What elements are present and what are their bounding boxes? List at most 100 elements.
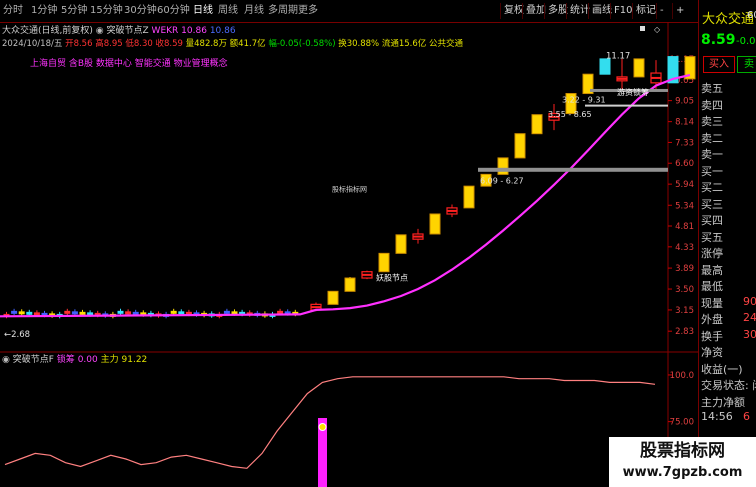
side-change: -0.05 (736, 36, 756, 47)
quote-row: 卖四 (701, 97, 723, 113)
quote-row-value: 249. (743, 311, 756, 324)
quote-row-value: 30.8 (743, 327, 756, 341)
quote-row: 买一 (701, 163, 723, 179)
period-tab-10[interactable]: 更多 (298, 3, 318, 19)
candle-body (463, 185, 475, 209)
quote-row: 买四 (701, 212, 723, 228)
period-tab-8[interactable]: 月线 (244, 3, 264, 19)
sell-button[interactable]: 卖 (737, 56, 756, 73)
price-axis-label: 3.89 (675, 264, 694, 274)
quote-row-label: 卖四 (701, 98, 723, 112)
quote-row-label: 收益(一) (701, 362, 743, 376)
wekr-value: 10.86 (181, 26, 207, 36)
period-tab-5[interactable]: 60分钟 (157, 3, 190, 19)
quote-row-label: 买五 (701, 230, 723, 244)
wekr-label: WEKR (151, 26, 179, 36)
quote-row-value: 90 (743, 294, 756, 308)
indicator-dot-icon[interactable]: ◉ (96, 26, 104, 36)
quote-row-label: 卖五 (701, 82, 723, 95)
flat-candle (18, 311, 25, 315)
start-price-label: ←2.68 (4, 330, 30, 340)
candle-mid (617, 77, 627, 80)
resistance-bar-3 (478, 167, 668, 172)
period-toolbar: 分时 1分钟 5分钟 15分钟 30分钟 60分钟 日线 周线 月线 多周期 更多 复权 叠加 多股 统计画… (0, 0, 756, 23)
stock-title: 大众交通(日线,前复权) (2, 26, 93, 36)
flat-candle (125, 311, 132, 315)
quote-side-panel: 大众交通 600 8.59 -0.05 买入 卖 卖五卖四卖三卖二卖一买一买二买… (698, 0, 756, 487)
candle-body (395, 234, 407, 254)
bar-high: 高8.95 (95, 39, 123, 49)
label-yaogu: 妖股节点 (376, 273, 408, 283)
quote-row: 收益(一) (701, 361, 743, 377)
quote-row-label: 现量 (701, 296, 723, 310)
flat-candle (87, 312, 94, 316)
period-tab-9[interactable]: 多周期 (268, 3, 298, 19)
price-axis-label: 4.33 (675, 243, 694, 253)
quote-row-label: 卖一 (701, 148, 723, 161)
resistance-bar-2 (585, 104, 668, 107)
signal-dot-icon (318, 423, 327, 431)
candle-mid (362, 273, 372, 276)
bar-open: 开8.56 (65, 39, 93, 49)
quote-row: 最高 (701, 262, 723, 278)
quote-row-value: 6 (743, 410, 750, 423)
max-price-label: 11.17 (606, 51, 630, 61)
price-axis-label: 2.83 (675, 327, 694, 337)
period-tab-2[interactable]: 5分钟 (61, 3, 87, 19)
candle-mid (413, 235, 423, 238)
quote-row-label: 换手 (701, 329, 723, 343)
label-youzi: 游资锁筹 (617, 87, 649, 97)
buy-button[interactable]: 买入 (703, 56, 735, 73)
period-tab-6[interactable]: 日线 (193, 3, 213, 19)
flat-candle (178, 311, 185, 315)
flat-candle (132, 311, 139, 315)
sub-indicator-name[interactable]: 突破节点F (13, 355, 54, 365)
period-tab-0[interactable]: 分时 (3, 3, 23, 19)
sub-indicator-header: ◉ 突破节点F 锁筹 0.00 主力 91.22 (2, 352, 147, 365)
concept-tags[interactable]: 上海自贸 含B股 数据中心 智能交通 物业管理概念 (30, 56, 228, 69)
price-axis-label: 3.15 (675, 306, 694, 316)
indicator-name[interactable]: 突破节点Z (107, 26, 149, 36)
flat-candle (33, 312, 40, 316)
sub-axis-label: 100.0 (670, 371, 694, 381)
site-watermark: 股票指标网 www.7gpzb.com (609, 437, 756, 487)
sub-label-2: 主力 (100, 355, 119, 365)
price-axis-label: 3.50 (675, 285, 694, 295)
sub-line (4, 376, 656, 469)
band-label-1: 3.22 - 9.31 (562, 96, 606, 105)
band-label-2: 3.55 - 8.65 (548, 110, 592, 119)
tool-button-7[interactable]: - (656, 3, 667, 19)
price-axis-label: 6.60 (675, 159, 694, 169)
window-marker (640, 26, 645, 31)
flat-candle (11, 310, 18, 314)
tool-button-8[interactable]: + (672, 3, 687, 19)
period-tab-3[interactable]: 15分钟 (90, 3, 123, 19)
indicator-dot-icon[interactable]: ◉ (2, 355, 10, 365)
candle-body (514, 133, 526, 159)
period-tab-7[interactable]: 周线 (218, 3, 238, 19)
quote-row: 买五 (701, 229, 723, 245)
quote-row-label: 卖二 (701, 131, 723, 145)
quote-row: 最低 (701, 278, 723, 294)
kline-chart[interactable]: 11.1710.059.058.147.336.605.945.344.814.… (0, 22, 698, 487)
quote-row-label: 主力净额 (701, 395, 745, 409)
price-axis-label: 5.94 (675, 180, 694, 190)
quote-row-label: 外盘 (701, 313, 723, 326)
diamond-icon: ◇ (654, 25, 661, 34)
flat-candle (223, 310, 230, 314)
quote-row: 外盘 249. (701, 311, 756, 327)
tool-button-6[interactable]: 标记 (632, 3, 659, 19)
period-tab-4[interactable]: 30分钟 (124, 3, 157, 19)
candle-body (429, 213, 441, 235)
price-axis-label: 7.33 (675, 138, 694, 148)
quote-row: 换手 30.8 (701, 328, 756, 344)
quote-row-label: 14:56 (701, 410, 733, 423)
quote-row: 交易状态: 闭 (701, 377, 756, 393)
bar-volume: 量482.8万 (185, 39, 227, 49)
candle-mid (311, 306, 321, 309)
period-tab-1[interactable]: 1分钟 (31, 3, 57, 19)
candle-body (497, 157, 509, 175)
price-axis-label: 8.14 (675, 118, 694, 128)
quote-row: 净资 (701, 344, 723, 360)
bar-date: 2024/10/18/五 (2, 39, 63, 49)
